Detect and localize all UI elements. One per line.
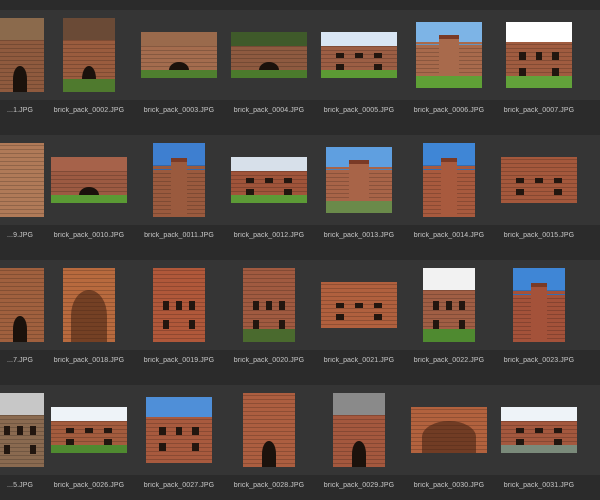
thumbnail-filename: ... [564,482,600,489]
thumbnail-tile[interactable] [314,385,404,475]
thumbnail-image [0,393,46,467]
thumbnail-image [63,268,115,342]
thumbnail-tile[interactable] [494,10,584,100]
thumbnail-tile[interactable] [134,385,224,475]
thumbnail-image [513,268,565,342]
thumbnail-image [146,397,212,463]
thumbnail-image [243,268,295,342]
thumbnail-image [51,407,127,453]
thumbnail-image [243,393,295,467]
thumbnail-item[interactable]: brick_pack_0021.JPG [314,260,404,385]
thumbnail-image [0,18,46,92]
thumbnail-image [501,157,577,203]
thumbnail-item[interactable]: ... [584,385,600,500]
thumbnail-filename: ... [564,232,600,239]
thumbnail-image [153,143,205,217]
thumbnail-item[interactable]: brick_pack_0018.JPG [44,260,134,385]
thumbnail-tile[interactable] [584,385,600,475]
thumbnail-item[interactable]: brick_pack_0007.JPG [494,10,584,135]
thumbnail-image [411,407,487,453]
thumbnail-tile[interactable] [44,260,134,350]
thumbnail-tile[interactable] [44,10,134,100]
thumbnail-tile[interactable] [584,260,600,350]
thumbnail-tile[interactable] [44,135,134,225]
thumbnail-image [501,407,577,453]
thumbnail-item[interactable]: ... [584,260,600,385]
thumbnail-item[interactable]: brick_pack_0023.JPG [494,260,584,385]
thumbnail-image [0,268,46,342]
thumbnail-item[interactable]: brick_pack_0002.JPG [44,10,134,135]
thumbnail-image [333,393,385,467]
thumbnail-item[interactable]: ... [584,135,600,260]
thumbnail-item[interactable]: brick_pack_0019.JPG [134,260,224,385]
thumbnail-tile[interactable] [404,385,494,475]
thumbnail-image [51,157,127,203]
thumbnail-image [231,32,307,78]
thumbnail-item[interactable]: brick_pack_0022.JPG [404,260,494,385]
thumbnail-tile[interactable] [224,135,314,225]
thumbnail-item[interactable]: brick_pack_0011.JPG [134,135,224,260]
thumbnail-tile[interactable] [134,10,224,100]
thumbnail-tile[interactable] [314,260,404,350]
thumbnail-item[interactable]: brick_pack_0006.JPG [404,10,494,135]
thumbnail-item[interactable]: brick_pack_0012.JPG [224,135,314,260]
thumbnail-tile[interactable] [404,135,494,225]
thumbnail-image [321,32,397,78]
thumbnail-tile[interactable] [494,385,584,475]
thumbnail-item[interactable]: brick_pack_0013.JPG [314,135,404,260]
thumbnail-item[interactable]: brick_pack_0005.JPG [314,10,404,135]
thumbnail-tile[interactable] [224,10,314,100]
thumbnail-tile[interactable] [134,135,224,225]
thumbnail-item[interactable]: brick_pack_0015.JPG [494,135,584,260]
thumbnail-item[interactable]: brick_pack_0004.JPG [224,10,314,135]
thumbnail-tile[interactable] [584,135,600,225]
thumbnail-image [321,282,397,328]
thumbnail-image [0,143,46,217]
thumbnail-tile[interactable] [314,135,404,225]
thumbnail-item[interactable]: brick_pack_0014.JPG [404,135,494,260]
thumbnail-image [231,157,307,203]
thumbnail-tile[interactable] [224,260,314,350]
thumbnail-tile[interactable] [404,10,494,100]
thumbnail-image [506,22,572,88]
thumbnail-item[interactable]: brick_pack_0010.JPG [44,135,134,260]
thumbnail-item[interactable]: brick_pack_0003.JPG [134,10,224,135]
thumbnail-tile[interactable] [44,385,134,475]
thumbnail-tile[interactable] [134,260,224,350]
thumbnail-image [326,147,392,213]
thumbnail-item[interactable]: ... [584,10,600,135]
thumbnail-tile[interactable] [584,10,600,100]
thumbnail-tile[interactable] [494,260,584,350]
thumbnail-image [416,22,482,88]
thumbnail-item[interactable]: brick_pack_0020.JPG [224,260,314,385]
thumbnail-filename: ... [564,357,600,364]
thumbnail-image [423,268,475,342]
thumbnail-image [153,268,205,342]
thumbnail-tile[interactable] [494,135,584,225]
thumbnail-image [141,32,217,78]
thumbnail-filename: ... [564,107,600,114]
thumbnail-tile[interactable] [224,385,314,475]
thumbnail-grid: ...1.JPG brick_pack_0002.JPG brick_pack_00… [0,0,600,500]
thumbnail-image [423,143,475,217]
thumbnail-image [63,18,115,92]
thumbnail-tile[interactable] [314,10,404,100]
thumbnail-tile[interactable] [404,260,494,350]
